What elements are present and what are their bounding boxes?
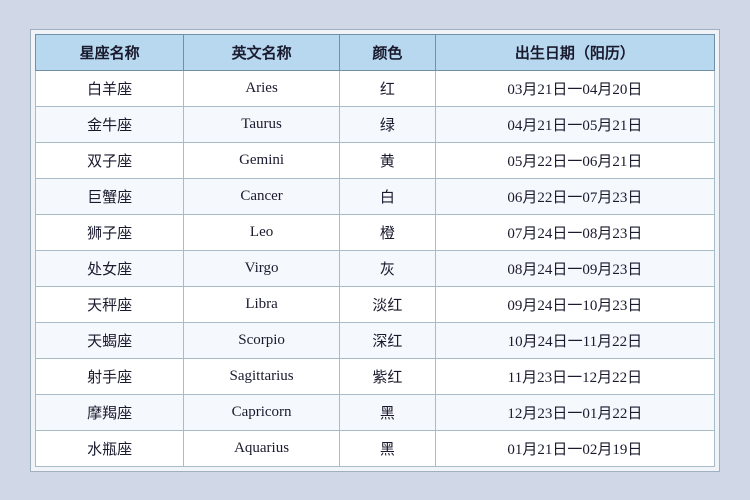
cell-chinese-name: 金牛座 xyxy=(36,106,184,142)
cell-dates: 10月24日一11月22日 xyxy=(435,322,714,358)
table-row: 射手座Sagittarius紫红11月23日一12月22日 xyxy=(36,358,715,394)
cell-color: 白 xyxy=(339,178,435,214)
cell-english-name: Taurus xyxy=(184,106,340,142)
zodiac-table-container: 星座名称 英文名称 颜色 出生日期（阳历） 白羊座Aries红03月21日一04… xyxy=(30,29,720,472)
cell-chinese-name: 白羊座 xyxy=(36,70,184,106)
cell-english-name: Aries xyxy=(184,70,340,106)
cell-dates: 08月24日一09月23日 xyxy=(435,250,714,286)
cell-chinese-name: 双子座 xyxy=(36,142,184,178)
cell-color: 绿 xyxy=(339,106,435,142)
cell-chinese-name: 天蝎座 xyxy=(36,322,184,358)
table-row: 摩羯座Capricorn黑12月23日一01月22日 xyxy=(36,394,715,430)
header-birthdate: 出生日期（阳历） xyxy=(435,34,714,70)
table-row: 双子座Gemini黄05月22日一06月21日 xyxy=(36,142,715,178)
cell-chinese-name: 巨蟹座 xyxy=(36,178,184,214)
header-color: 颜色 xyxy=(339,34,435,70)
cell-english-name: Leo xyxy=(184,214,340,250)
cell-dates: 03月21日一04月20日 xyxy=(435,70,714,106)
cell-chinese-name: 射手座 xyxy=(36,358,184,394)
cell-english-name: Libra xyxy=(184,286,340,322)
cell-chinese-name: 摩羯座 xyxy=(36,394,184,430)
cell-dates: 04月21日一05月21日 xyxy=(435,106,714,142)
cell-english-name: Cancer xyxy=(184,178,340,214)
table-row: 狮子座Leo橙07月24日一08月23日 xyxy=(36,214,715,250)
cell-dates: 06月22日一07月23日 xyxy=(435,178,714,214)
cell-color: 灰 xyxy=(339,250,435,286)
table-row: 天秤座Libra淡红09月24日一10月23日 xyxy=(36,286,715,322)
cell-color: 红 xyxy=(339,70,435,106)
cell-dates: 05月22日一06月21日 xyxy=(435,142,714,178)
cell-english-name: Sagittarius xyxy=(184,358,340,394)
cell-chinese-name: 处女座 xyxy=(36,250,184,286)
cell-color: 黑 xyxy=(339,430,435,466)
cell-dates: 07月24日一08月23日 xyxy=(435,214,714,250)
cell-english-name: Scorpio xyxy=(184,322,340,358)
cell-chinese-name: 狮子座 xyxy=(36,214,184,250)
table-row: 金牛座Taurus绿04月21日一05月21日 xyxy=(36,106,715,142)
table-header-row: 星座名称 英文名称 颜色 出生日期（阳历） xyxy=(36,34,715,70)
cell-dates: 12月23日一01月22日 xyxy=(435,394,714,430)
cell-english-name: Capricorn xyxy=(184,394,340,430)
table-row: 白羊座Aries红03月21日一04月20日 xyxy=(36,70,715,106)
table-row: 天蝎座Scorpio深红10月24日一11月22日 xyxy=(36,322,715,358)
cell-color: 黄 xyxy=(339,142,435,178)
cell-dates: 01月21日一02月19日 xyxy=(435,430,714,466)
cell-color: 橙 xyxy=(339,214,435,250)
cell-color: 淡红 xyxy=(339,286,435,322)
table-row: 水瓶座Aquarius黑01月21日一02月19日 xyxy=(36,430,715,466)
cell-english-name: Aquarius xyxy=(184,430,340,466)
cell-chinese-name: 水瓶座 xyxy=(36,430,184,466)
cell-color: 黑 xyxy=(339,394,435,430)
cell-color: 深红 xyxy=(339,322,435,358)
cell-dates: 09月24日一10月23日 xyxy=(435,286,714,322)
cell-english-name: Gemini xyxy=(184,142,340,178)
table-row: 巨蟹座Cancer白06月22日一07月23日 xyxy=(36,178,715,214)
cell-chinese-name: 天秤座 xyxy=(36,286,184,322)
header-chinese-name: 星座名称 xyxy=(36,34,184,70)
cell-dates: 11月23日一12月22日 xyxy=(435,358,714,394)
zodiac-table: 星座名称 英文名称 颜色 出生日期（阳历） 白羊座Aries红03月21日一04… xyxy=(35,34,715,467)
table-row: 处女座Virgo灰08月24日一09月23日 xyxy=(36,250,715,286)
cell-english-name: Virgo xyxy=(184,250,340,286)
header-english-name: 英文名称 xyxy=(184,34,340,70)
cell-color: 紫红 xyxy=(339,358,435,394)
